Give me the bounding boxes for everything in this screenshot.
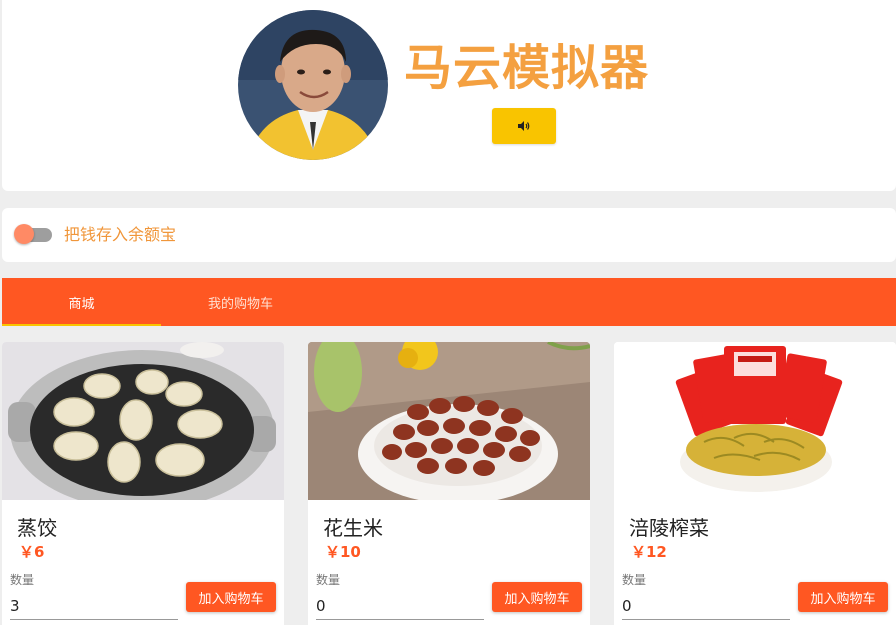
yuebao-toggle-label: 把钱存入余额宝 [64,225,177,244]
tab-bar: 商城 我的购物车 [2,278,896,326]
product-price: ￥12 [631,543,667,561]
product-card: 花生米 ￥10 数量 加入购物车 [308,342,590,625]
product-card: 涪陵榨菜 ￥12 数量 加入购物车 [614,342,896,625]
product-image-peanuts [308,342,590,500]
product-image-pickled-mustard [614,342,896,500]
quantity-label: 数量 [10,573,35,587]
quantity-label: 数量 [316,573,341,587]
quantity-input[interactable] [10,592,178,620]
product-name: 花生米 [323,516,383,540]
product-name: 涪陵榨菜 [629,516,709,540]
add-to-cart-button[interactable]: 加入购物车 [492,582,582,612]
yuebao-toggle-thumb[interactable] [14,224,34,244]
app-title: 马云模拟器 [404,40,650,96]
quantity-input[interactable] [316,592,484,620]
add-to-cart-button[interactable]: 加入购物车 [798,582,888,612]
speaker-icon [518,121,530,131]
product-price: ￥6 [19,543,45,561]
product-name: 蒸饺 [17,516,57,540]
tab-my-cart[interactable]: 我的购物车 [161,278,320,326]
tab-shop[interactable]: 商城 [2,278,161,326]
add-to-cart-button[interactable]: 加入购物车 [186,582,276,612]
product-price: ￥10 [325,543,361,561]
sound-button[interactable] [492,108,556,144]
tab-active-indicator [2,324,161,326]
quantity-label: 数量 [622,573,647,587]
quantity-input[interactable] [622,592,790,620]
product-card: 蒸饺 ￥6 数量 加入购物车 [2,342,284,625]
avatar [238,10,388,160]
product-image-dumplings [2,342,284,500]
